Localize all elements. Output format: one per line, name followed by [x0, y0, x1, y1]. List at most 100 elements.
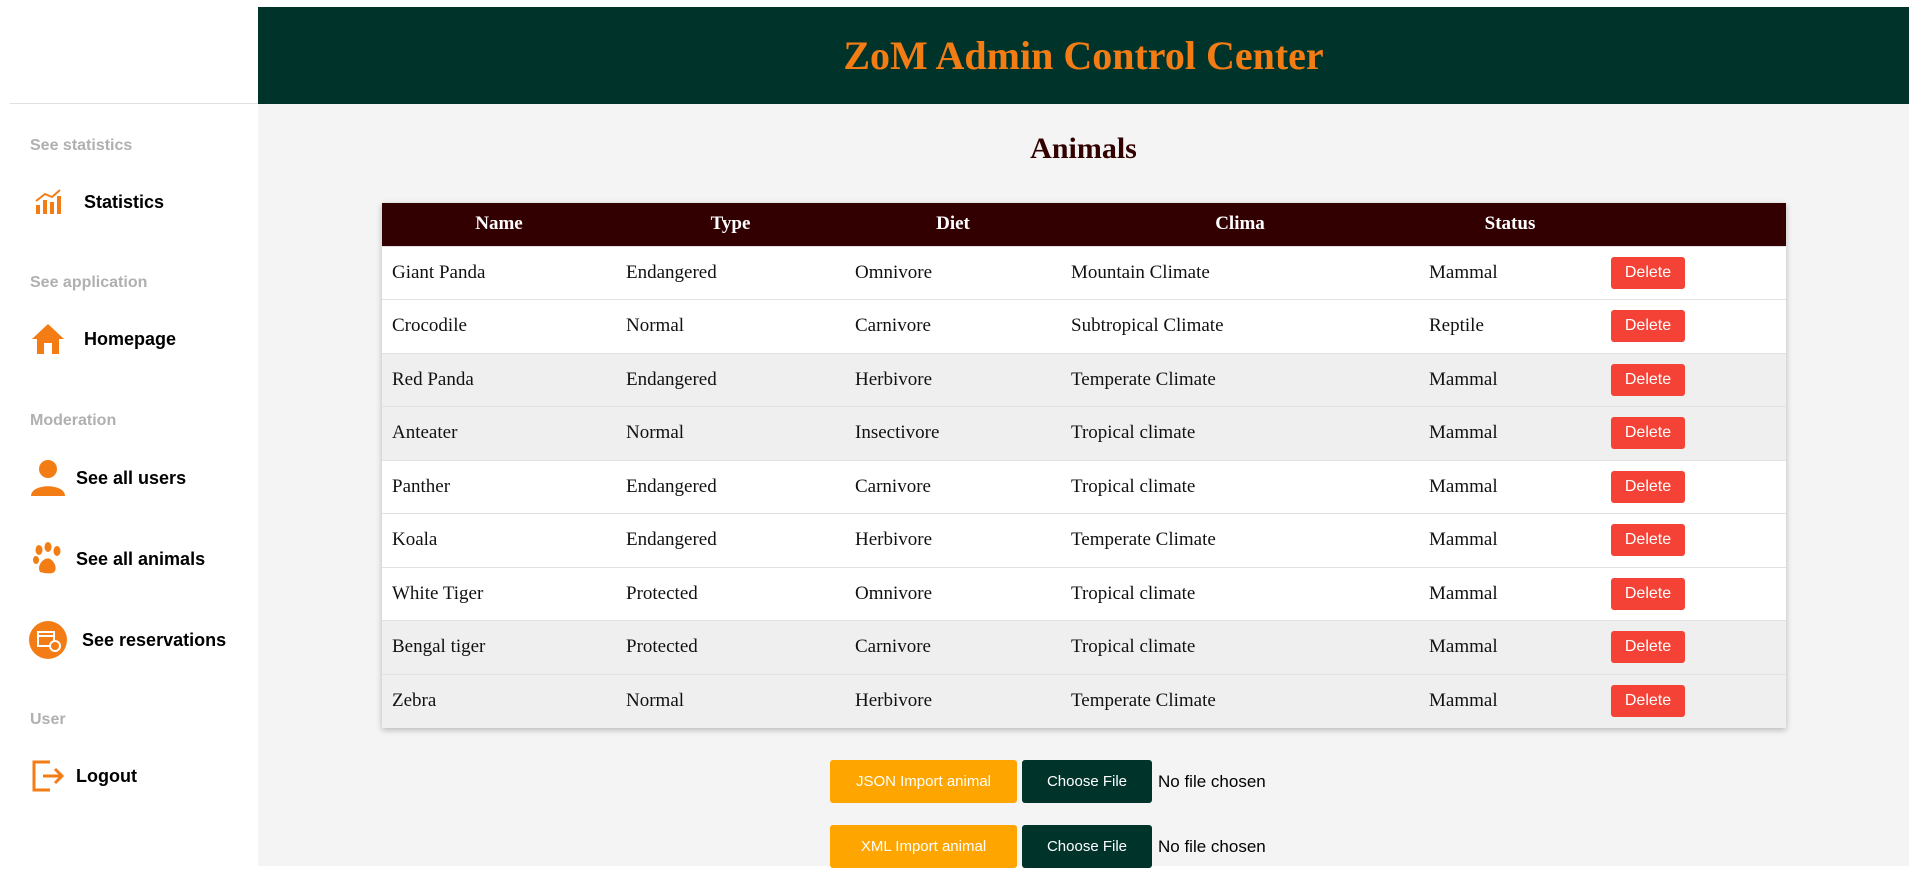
cell-diet: Herbivore [855, 368, 933, 390]
column-header-name: Name [475, 213, 523, 235]
cell-type: Endangered [626, 475, 717, 497]
json-file-status: No file chosen [1158, 771, 1266, 791]
sidebar-item-label: Statistics [84, 191, 165, 212]
cell-clima: Temperate Climate [1071, 690, 1216, 711]
cell-diet: Omnivore [855, 582, 933, 604]
cell-diet: Herbivore [855, 690, 933, 711]
cell-name: Red Panda [392, 368, 474, 390]
delete-button[interactable]: Delete [1611, 417, 1685, 450]
cell-actions: Delete [1601, 460, 1786, 514]
cell-name: Bengal tiger [392, 636, 486, 658]
json-import-button[interactable]: JSON Import animal [830, 760, 1017, 803]
delete-button[interactable]: Delete [1611, 470, 1685, 503]
column-header-status: Status [1484, 213, 1536, 235]
json-import-row: JSON Import animal Choose File No file c… [830, 760, 1266, 803]
calendar-clock-icon [28, 620, 68, 660]
cell-clima: Mountain Climate [1071, 261, 1210, 283]
cell-name: Panther [392, 475, 451, 497]
json-choose-file-button[interactable]: Choose File [1022, 760, 1152, 803]
table-header-row: Name Type Diet Clima Status [382, 203, 1786, 246]
paw-icon [28, 539, 68, 579]
cell-name: White Tiger [392, 582, 484, 604]
table-row: Crocodile Normal Carnivore Subtropical C… [382, 299, 1786, 354]
delete-button[interactable]: Delete [1611, 310, 1685, 343]
column-header-diet: Diet [936, 213, 970, 235]
sidebar-item-statistics[interactable]: Statistics [28, 180, 164, 224]
sidebar-logo-area [10, 0, 258, 104]
animals-table-container: Name Type Diet Clima Status Giant Panda … [382, 203, 1786, 728]
cell-actions: Delete [1601, 621, 1786, 675]
delete-button[interactable]: Delete [1611, 363, 1685, 396]
sidebar-item-reservations[interactable]: See reservations [28, 618, 226, 662]
table-row: Giant Panda Endangered Omnivore Mountain… [382, 246, 1786, 300]
cell-name: Anteater [392, 422, 458, 444]
sidebar-item-animals[interactable]: See all animals [28, 537, 205, 581]
sidebar-item-homepage[interactable]: Homepage [28, 317, 176, 361]
cell-actions: Delete [1601, 300, 1786, 354]
logout-icon [28, 756, 68, 796]
cell-type: Endangered [626, 529, 717, 551]
sidebar-item-users[interactable]: See all users [28, 456, 186, 500]
delete-button[interactable]: Delete [1611, 577, 1685, 610]
cell-diet: Insectivore [855, 422, 940, 444]
cell-actions: Delete [1601, 674, 1786, 728]
cell-status: Mammal [1429, 422, 1498, 444]
xml-import-button[interactable]: XML Import animal [830, 825, 1017, 868]
table-row: White Tiger Protected Omnivore Tropical … [382, 567, 1786, 621]
column-header-type: Type [710, 213, 751, 235]
sidebar-item-label: See all users [76, 467, 187, 488]
cell-clima: Tropical climate [1071, 582, 1196, 604]
bar-chart-icon [28, 182, 68, 222]
cell-status: Reptile [1429, 315, 1484, 337]
cell-diet: Carnivore [855, 315, 931, 337]
xml-file-status: No file chosen [1158, 836, 1266, 856]
cell-status: Mammal [1429, 261, 1498, 283]
main-content: Animals Name Type Diet Clima Status Gian [258, 104, 1909, 868]
cell-diet: Omnivore [855, 261, 933, 283]
cell-actions: Delete [1601, 246, 1786, 300]
cell-diet: Carnivore [855, 636, 931, 658]
cell-actions: Delete [1601, 353, 1786, 407]
column-header-clima: Clima [1215, 213, 1265, 235]
cell-type: Endangered [626, 261, 717, 283]
cell-diet: Carnivore [855, 475, 931, 497]
cell-type: Normal [626, 422, 685, 444]
sidebar-item-label: Homepage [84, 328, 177, 349]
table-row: Red Panda Endangered Herbivore Temperate… [382, 353, 1786, 407]
table-row: Zebra Normal Herbivore Temperate Climate… [382, 674, 1786, 728]
cell-type: Normal [626, 315, 685, 337]
sidebar-item-label: Logout [76, 765, 137, 786]
section-label-user: User [30, 711, 66, 728]
sidebar-item-label: See reservations [82, 629, 227, 650]
column-header-actions [1601, 203, 1786, 246]
sidebar-item-logout[interactable]: Logout [28, 754, 137, 798]
cell-type: Normal [626, 690, 685, 711]
sidebar-item-label: See all animals [76, 548, 206, 569]
delete-button[interactable]: Delete [1611, 524, 1685, 557]
delete-button[interactable]: Delete [1611, 685, 1685, 717]
animals-table: Name Type Diet Clima Status Giant Panda … [382, 203, 1786, 728]
cell-status: Mammal [1429, 582, 1498, 604]
cell-clima: Tropical climate [1071, 475, 1196, 497]
table-row: Bengal tiger Protected Carnivore Tropica… [382, 620, 1786, 675]
cell-status: Mammal [1429, 368, 1498, 390]
cell-name: Giant Panda [392, 261, 486, 283]
cell-status: Mammal [1429, 690, 1498, 711]
cell-type: Protected [626, 582, 698, 604]
table-row: Panther Endangered Carnivore Tropical cl… [382, 460, 1786, 514]
cell-actions: Delete [1601, 567, 1786, 621]
cell-type: Protected [626, 636, 698, 658]
cell-actions: Delete [1601, 514, 1786, 568]
home-icon [28, 319, 68, 359]
cell-type: Endangered [626, 368, 717, 390]
xml-import-row: XML Import animal Choose File No file ch… [830, 825, 1266, 868]
cell-clima: Tropical climate [1071, 636, 1196, 658]
user-icon [28, 458, 68, 498]
sidebar: See statistics Statistics See applicatio… [10, 0, 258, 895]
cell-status: Mammal [1429, 475, 1498, 497]
cell-clima: Temperate Climate [1071, 368, 1216, 390]
section-label-statistics: See statistics [30, 137, 133, 154]
delete-button[interactable]: Delete [1611, 256, 1685, 289]
delete-button[interactable]: Delete [1611, 631, 1685, 664]
xml-choose-file-button[interactable]: Choose File [1022, 825, 1152, 868]
